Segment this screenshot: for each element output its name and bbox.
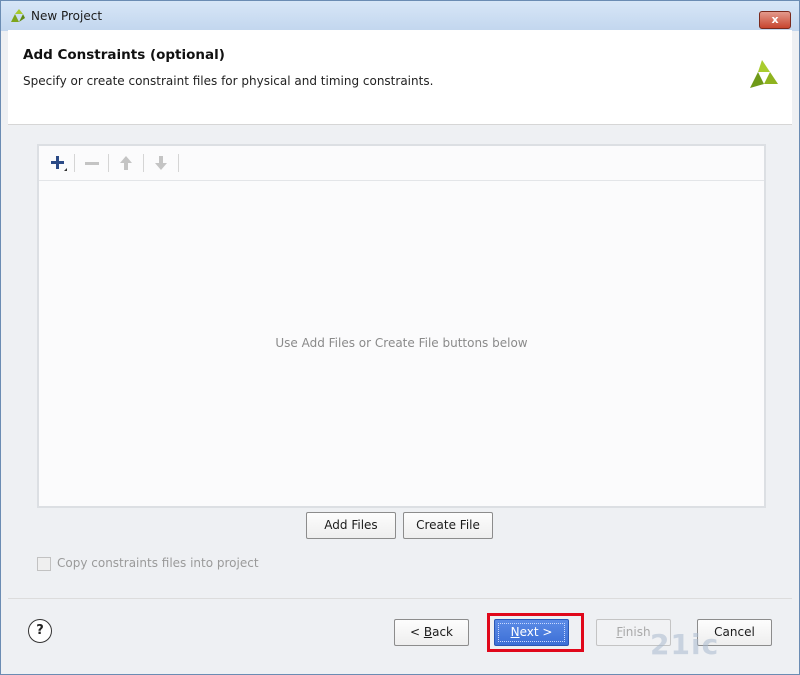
page-subtitle: Specify or create constraint files for p… [23, 74, 434, 88]
move-down-button[interactable] [150, 153, 172, 173]
app-logo-icon [11, 9, 25, 22]
back-prefix: < [409, 625, 424, 639]
toolbar-separator [74, 154, 75, 172]
window-title: New Project [31, 9, 103, 23]
create-file-button[interactable]: Create File [403, 512, 493, 539]
back-label: ack [432, 625, 453, 639]
copy-constraints-label: Copy constraints files into project [57, 556, 259, 570]
toolbar-separator [108, 154, 109, 172]
content-area: Use Add Files or Create File buttons bel… [8, 125, 792, 595]
arrow-down-icon [155, 156, 167, 170]
move-up-button[interactable] [115, 153, 137, 173]
minus-icon [85, 162, 99, 165]
focus-ring [498, 623, 565, 642]
page-title: Add Constraints (optional) [23, 47, 225, 63]
add-files-button[interactable]: Add Files [306, 512, 396, 539]
title-bar: New Project x [1, 1, 799, 31]
toolbar-separator [178, 154, 179, 172]
plus-icon [51, 156, 67, 171]
remove-button[interactable] [81, 153, 103, 173]
arrow-up-icon [120, 156, 132, 170]
file-list-toolbar [39, 146, 764, 181]
copy-constraints-checkbox[interactable] [37, 557, 51, 571]
close-button[interactable]: x [759, 11, 791, 29]
help-button[interactable]: ? [28, 619, 52, 643]
finish-label: inish [622, 625, 651, 639]
watermark: 21ic [650, 628, 720, 661]
vendor-logo-icon [750, 60, 778, 88]
next-button[interactable]: Next > [494, 619, 569, 646]
constraint-file-list[interactable]: Use Add Files or Create File buttons bel… [37, 144, 766, 508]
back-mnemonic: B [423, 625, 433, 639]
back-button[interactable]: < Back [394, 619, 469, 646]
footer-divider [8, 598, 792, 599]
wizard-header: Add Constraints (optional) Specify or cr… [8, 30, 792, 125]
empty-list-message: Use Add Files or Create File buttons bel… [275, 336, 528, 350]
add-button[interactable] [47, 153, 69, 173]
toolbar-separator [143, 154, 144, 172]
